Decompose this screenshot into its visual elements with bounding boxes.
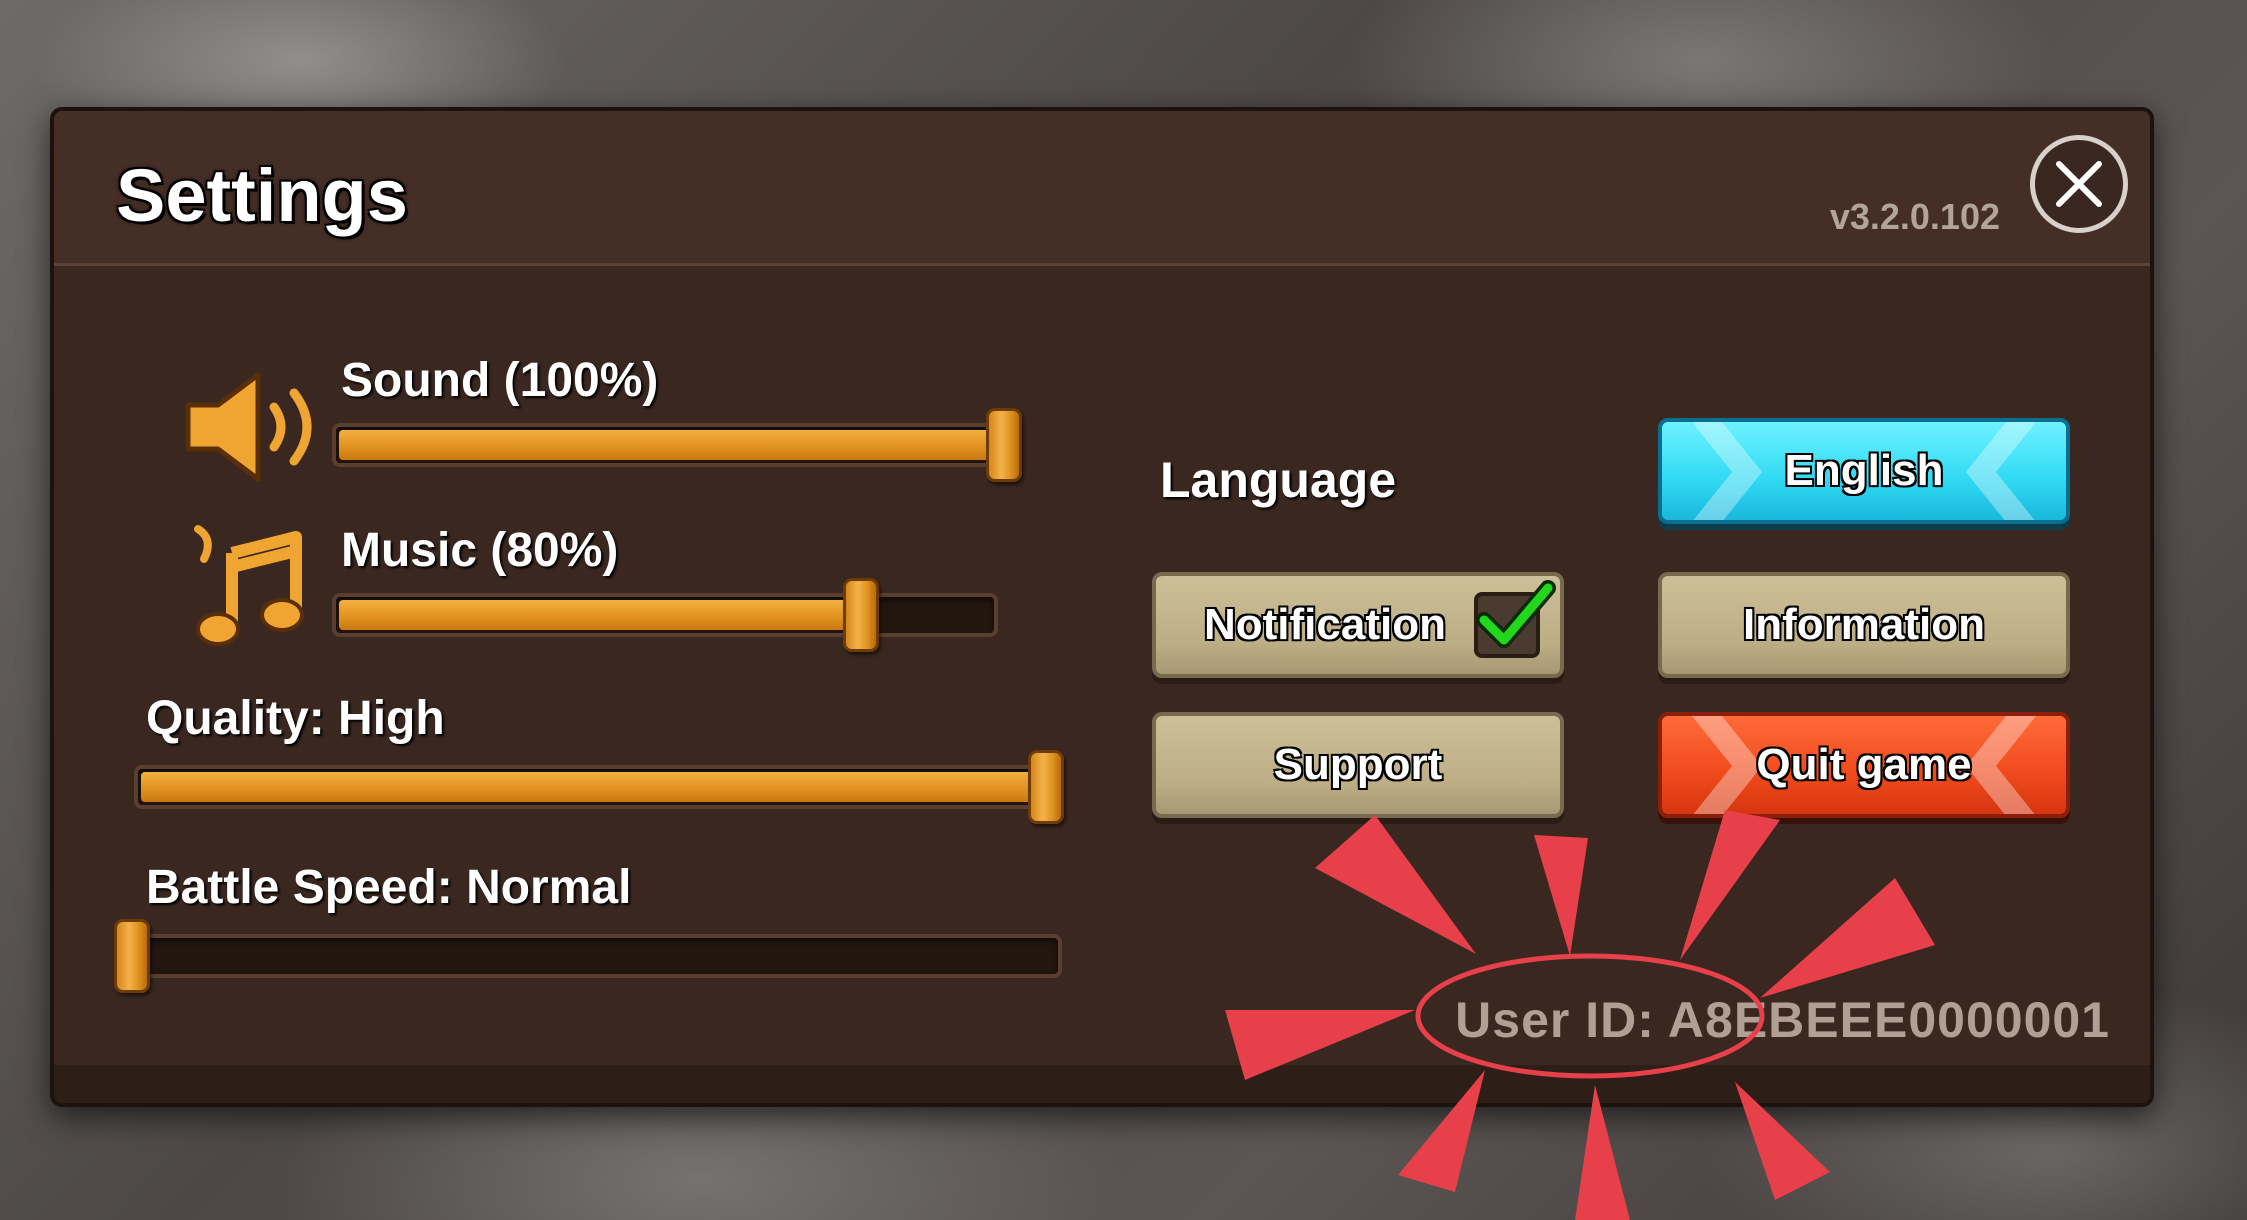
speaker-icon — [185, 372, 312, 482]
information-button[interactable]: Information — [1658, 572, 2070, 678]
notification-button[interactable]: Notification — [1152, 572, 1564, 678]
music-note-icon — [194, 525, 304, 646]
language-button[interactable]: English — [1658, 418, 2070, 524]
support-button[interactable]: Support — [1152, 712, 1564, 818]
quality-slider[interactable] — [134, 750, 1064, 824]
checkmark-icon — [1476, 580, 1556, 648]
music-slider-handle[interactable] — [842, 578, 879, 652]
battle-speed-slider[interactable] — [114, 919, 1062, 993]
version-label: v3.2.0.102 — [1829, 196, 2000, 237]
quality-slider-handle[interactable] — [1028, 750, 1064, 824]
sound-label: Sound (100%) — [341, 354, 659, 407]
music-slider-fill — [339, 600, 861, 630]
sound-slider-handle[interactable] — [986, 408, 1022, 482]
close-icon — [2056, 161, 2102, 207]
close-button[interactable] — [2030, 135, 2128, 233]
music-slider[interactable] — [332, 578, 998, 652]
battle-speed-slider-handle[interactable] — [114, 919, 150, 993]
settings-panel: Settings v3.2.0.102 Sound (100%) Music (… — [50, 107, 2154, 1107]
chevron-right-decor — [1946, 422, 2046, 520]
sound-slider-fill — [339, 430, 1005, 460]
notification-button-label: Notification — [1204, 600, 1446, 649]
notification-checkbox[interactable] — [1474, 580, 1556, 658]
music-label: Music (80%) — [341, 524, 619, 577]
quality-slider-fill — [141, 772, 1047, 802]
user-id-label: User ID: A8EBEEE0000001 — [1455, 992, 2110, 1048]
footer-strip — [54, 1065, 2150, 1103]
sound-slider[interactable] — [332, 408, 1022, 482]
chevron-left-decor — [1682, 422, 1782, 520]
quit-game-button[interactable]: Quit game — [1658, 712, 2070, 818]
quit-game-button-label: Quit game — [1756, 740, 1972, 789]
quality-label: Quality: High — [146, 692, 445, 745]
settings-header: Settings v3.2.0.102 — [54, 111, 2150, 266]
language-label: Language — [1160, 452, 1397, 508]
page-title: Settings — [116, 154, 408, 237]
language-button-label: English — [1784, 446, 1944, 495]
battle-speed-label: Battle Speed: Normal — [146, 861, 632, 914]
